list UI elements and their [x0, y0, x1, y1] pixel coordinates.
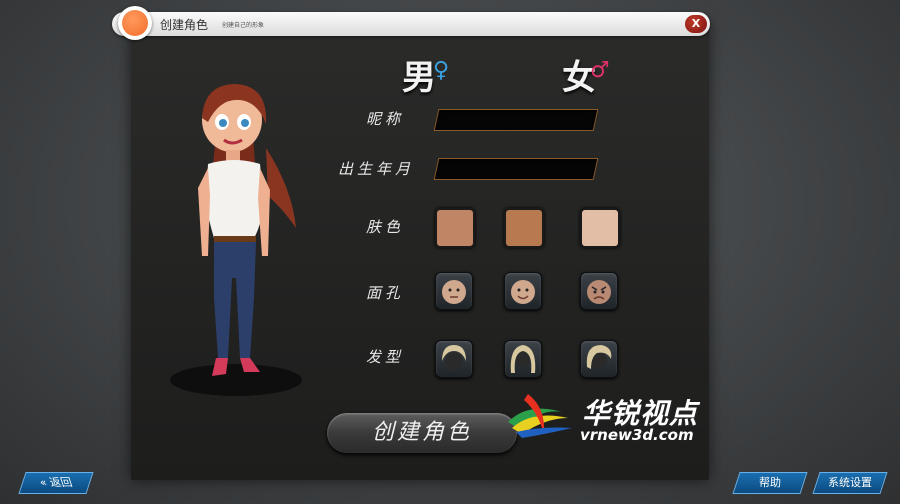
smiling-face-icon: [511, 280, 535, 304]
male-symbol-icon: ♀: [433, 58, 450, 83]
angry-face-icon: [587, 280, 611, 304]
male-option[interactable]: 男: [402, 50, 436, 99]
help-label: 帮助: [759, 476, 781, 489]
watermark-logo-icon: [508, 394, 572, 438]
face-label: 面孔: [366, 284, 405, 302]
nickname-input[interactable]: [433, 109, 599, 131]
skin-swatch-2[interactable]: [504, 208, 544, 248]
hair-option-1[interactable]: [435, 340, 473, 378]
create-character-button[interactable]: 创建角色: [327, 413, 517, 453]
back-button[interactable]: « 返回: [18, 472, 94, 494]
settings-label: 系统设置: [828, 476, 872, 489]
face-option-3[interactable]: [580, 272, 618, 310]
settings-button[interactable]: 系统设置: [812, 472, 888, 494]
hair-label: 发型: [366, 348, 405, 366]
watermark-url: vrnew3d.com: [580, 426, 694, 444]
female-symbol-icon: ♂: [590, 58, 610, 83]
male-label: 男: [402, 58, 436, 98]
side-hair-icon: [586, 345, 612, 369]
page-subtitle: 创建自己的形象: [222, 22, 265, 29]
back-label: 返回: [47, 476, 75, 489]
neutral-face-icon: [442, 280, 466, 304]
character-model: [170, 84, 302, 396]
skin-swatch-1[interactable]: [435, 208, 475, 248]
nickname-label: 昵称: [366, 110, 405, 128]
birth-input[interactable]: [433, 158, 599, 180]
title-badge: [118, 6, 152, 40]
help-button[interactable]: 帮助: [732, 472, 808, 494]
face-option-1[interactable]: [435, 272, 473, 310]
short-hair-icon: [442, 345, 466, 370]
page-title: 创建角色: [160, 18, 209, 32]
skin-swatch-3[interactable]: [580, 208, 620, 248]
close-button[interactable]: X: [685, 15, 707, 33]
face-option-2[interactable]: [504, 272, 542, 310]
birth-label: 出生年月: [338, 160, 415, 178]
long-hair-icon: [510, 345, 536, 373]
hair-option-3[interactable]: [580, 340, 618, 378]
skin-label: 肤色: [366, 218, 405, 236]
hair-option-2[interactable]: [504, 340, 542, 378]
